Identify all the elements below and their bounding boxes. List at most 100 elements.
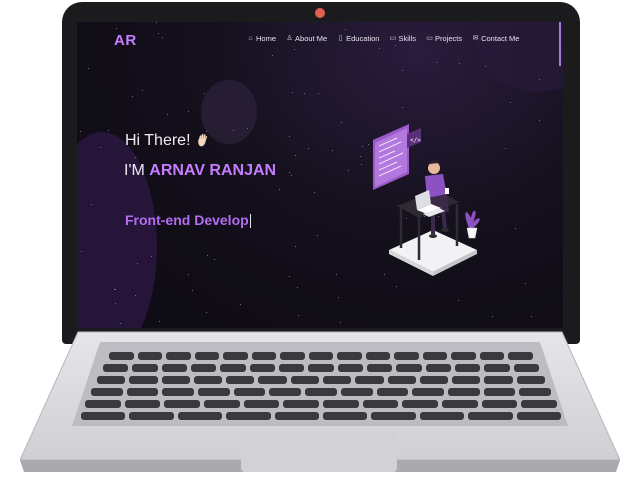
- nav-label: Home: [256, 34, 277, 43]
- intro-prefix: I'M: [124, 162, 145, 179]
- star: [395, 45, 396, 46]
- star: [539, 79, 540, 80]
- keyboard-key: [483, 388, 516, 396]
- keyboard-key: [516, 412, 561, 420]
- keyboard-key: [166, 352, 191, 360]
- laptop-mockup: AR ⌂ Home ♙ About Me ▯ Education ▭ Skill…: [0, 0, 640, 480]
- developer-illustration: </>: [373, 124, 480, 276]
- keyboard-key: [258, 376, 287, 384]
- keyboard-key: [223, 352, 248, 360]
- nav-projects[interactable]: ▭ Projects: [426, 34, 462, 43]
- star: [304, 93, 305, 94]
- keyboard-key: [198, 388, 230, 396]
- keyboard-key: [337, 364, 363, 372]
- keyboard-key: [124, 400, 161, 408]
- star: [436, 62, 437, 63]
- touchpad[interactable]: [241, 432, 397, 472]
- keyboard-key: [484, 376, 513, 384]
- keyboard-key: [279, 364, 305, 372]
- keyboard-key: [447, 388, 480, 396]
- star: [115, 289, 116, 290]
- keyboard-key: [251, 352, 277, 360]
- nav-skills[interactable]: ▭ Skills: [389, 34, 416, 43]
- typed-role-text: Front-end Develop: [125, 212, 249, 228]
- star: [291, 175, 292, 176]
- keyboard-key: [442, 400, 478, 408]
- keyboard-key: [226, 412, 271, 420]
- star: [341, 122, 342, 123]
- star: [292, 92, 293, 93]
- star: [348, 170, 349, 171]
- keyboard-key: [362, 400, 399, 408]
- keyboard-key: [283, 400, 319, 408]
- keyboard-key: [481, 400, 518, 408]
- keyboard-key: [402, 400, 438, 408]
- scrollbar[interactable]: [559, 22, 561, 66]
- star: [88, 68, 89, 69]
- star: [206, 312, 207, 313]
- star: [402, 107, 403, 108]
- book-icon: ▯: [338, 35, 343, 42]
- star: [295, 246, 296, 247]
- keyboard-key: [249, 364, 275, 372]
- keyboard-key: [161, 364, 187, 372]
- star: [361, 164, 362, 165]
- star: [192, 290, 193, 291]
- star: [188, 274, 189, 275]
- star: [539, 120, 540, 121]
- star: [188, 111, 189, 112]
- top-nav: ⌂ Home ♙ About Me ▯ Education ▭ Skills ▭…: [247, 34, 529, 43]
- site-logo[interactable]: AR: [114, 32, 137, 49]
- keyboard-key: [91, 388, 123, 396]
- star: [396, 286, 397, 287]
- keyboard-key: [479, 352, 505, 360]
- keyboard-key: [376, 388, 409, 396]
- keyboard-key: [412, 388, 444, 396]
- keyboard-key: [516, 376, 545, 384]
- nav-label: Skills: [398, 34, 416, 43]
- star: [120, 323, 121, 324]
- star: [531, 316, 532, 317]
- star: [289, 136, 290, 137]
- keyboard-key: [323, 376, 352, 384]
- star: [142, 90, 143, 91]
- star: [318, 93, 319, 94]
- star: [314, 192, 315, 193]
- star: [272, 55, 273, 56]
- star: [151, 256, 152, 257]
- keyboard-key: [337, 352, 362, 360]
- keyboard-key: [308, 364, 334, 372]
- star: [207, 255, 208, 256]
- keyboard-key: [191, 364, 217, 372]
- star: [135, 157, 136, 158]
- nav-about-me[interactable]: ♙ About Me: [286, 34, 327, 43]
- keyboard-key: [508, 352, 533, 360]
- laptop-screen: AR ⌂ Home ♙ About Me ▯ Education ▭ Skill…: [77, 22, 563, 328]
- laptop-icon: ▭: [389, 35, 397, 42]
- star: [115, 303, 116, 304]
- star: [132, 96, 133, 97]
- star: [345, 29, 346, 30]
- nav-home[interactable]: ⌂ Home: [247, 34, 276, 43]
- keyboard-key: [103, 364, 129, 372]
- star: [297, 287, 298, 288]
- keyboard-key: [323, 400, 359, 408]
- keyboard-key: [243, 400, 280, 408]
- nav-contact-me[interactable]: ✉ Contact Me: [472, 34, 520, 43]
- star: [289, 276, 290, 277]
- keyboard-key: [394, 352, 419, 360]
- star: [340, 322, 341, 323]
- keyboard-key: [365, 352, 391, 360]
- keyboard-key: [85, 400, 121, 408]
- keyboard-key: [177, 412, 223, 420]
- keyboard-key: [425, 364, 451, 372]
- home-icon: ⌂: [248, 35, 253, 42]
- nav-education[interactable]: ▯ Education: [337, 34, 380, 43]
- star: [116, 28, 117, 29]
- keyboard-key: [109, 352, 134, 360]
- keyboard-key: [308, 352, 334, 360]
- keyboard-key: [519, 388, 551, 396]
- hero-name: ARNAV RANJAN: [149, 162, 277, 179]
- star: [159, 321, 160, 322]
- star: [459, 63, 460, 64]
